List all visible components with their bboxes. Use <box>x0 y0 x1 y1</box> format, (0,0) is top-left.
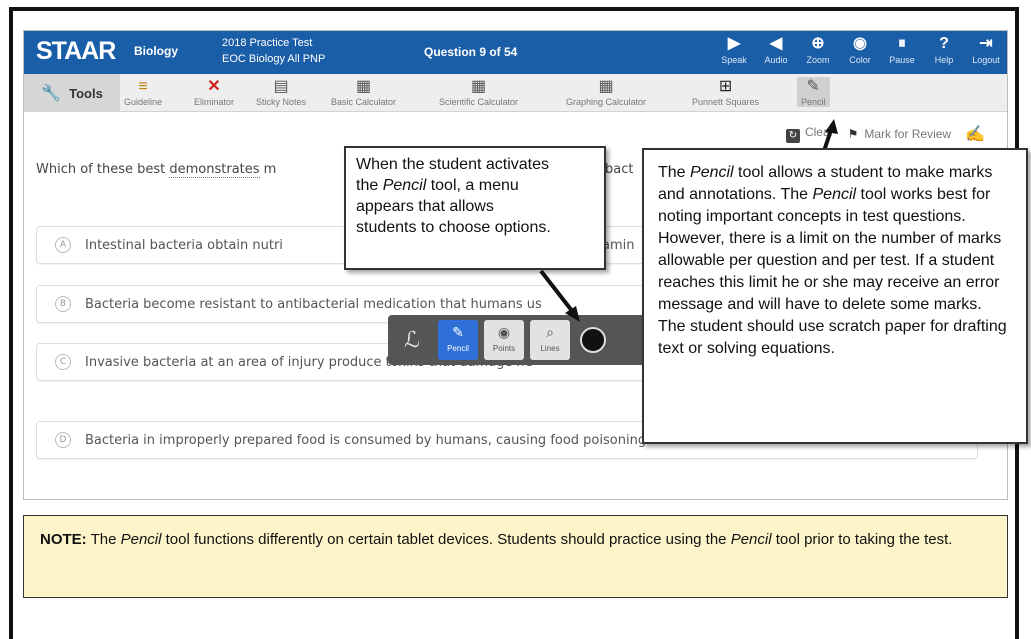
arrow-to-pencil-menu <box>539 269 578 318</box>
note-label: NOTE: <box>40 531 87 548</box>
callout1-line2-pre: the <box>356 177 383 194</box>
note-box: NOTE: The Pencil tool functions differen… <box>23 515 1008 598</box>
note-mid: tool functions differently on certain ta… <box>161 531 731 548</box>
callout2-post: tool works best for noting important con… <box>658 186 1007 357</box>
callout2-italic2: Pencil <box>812 186 857 203</box>
callout1-line3: appears that allows <box>356 198 494 215</box>
note-post: tool prior to taking the test. <box>771 531 953 548</box>
note-italic1: Pencil <box>120 531 162 548</box>
arrow-head-tool <box>825 119 838 134</box>
callout1-line4: students to choose options. <box>356 219 551 236</box>
callout1-line2: the Pencil tool, a menu <box>356 175 594 196</box>
callout1-line1: When the student activates <box>356 156 549 173</box>
callout1-line2-post: tool, a menu <box>426 177 519 194</box>
note-italic2: Pencil <box>730 531 772 548</box>
pencil-tool-callout: The Pencil tool allows a student to make… <box>642 148 1028 444</box>
pencil-menu-callout: When the student activates the Pencil to… <box>344 146 606 270</box>
arrow-head-menu <box>565 306 580 322</box>
note-pre: The <box>86 531 121 548</box>
callout1-line2-italic: Pencil <box>382 177 427 194</box>
callout2-italic1: Pencil <box>690 164 734 181</box>
callout2-pre: The <box>658 164 691 181</box>
